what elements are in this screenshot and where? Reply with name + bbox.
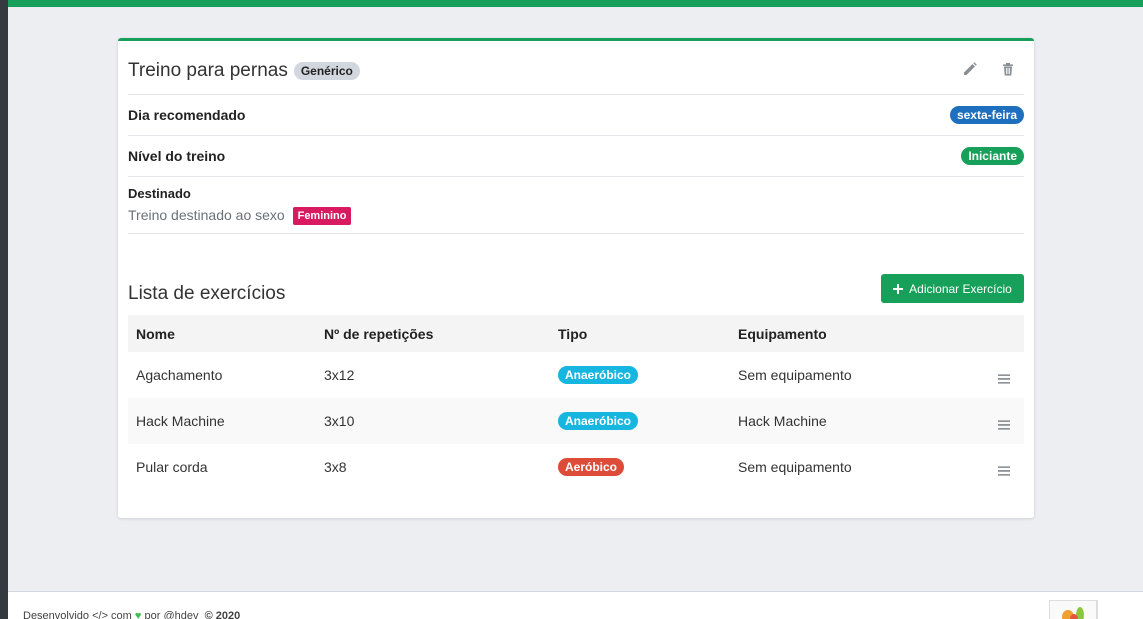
pencil-icon[interactable] [962, 61, 978, 77]
app-logo-icon [1049, 600, 1097, 619]
recommended-day-badge: sexta-feira [949, 106, 1024, 124]
plus-icon [893, 283, 904, 294]
column-header-type: Tipo [558, 325, 588, 342]
exercise-name: Agachamento [136, 367, 223, 383]
row-menu-icon[interactable] [998, 374, 1010, 384]
footer: Desenvolvido </> com ♥ por @hdev © 2020 [8, 591, 1143, 619]
footer-author: por @hdev [144, 610, 199, 619]
footer-developed: Desenvolvido </> com [23, 610, 132, 619]
row-menu-icon[interactable] [998, 466, 1010, 476]
workout-level-label: Nível do treino [128, 148, 226, 164]
exercise-type-badge: Anaeróbico [558, 366, 639, 384]
destined-block: Destinado Treino destinado ao sexo Femin… [128, 176, 1024, 234]
card-header: Treino para pernas Genérico [128, 49, 1024, 93]
table-row: Pular corda 3x8 Aeróbico Sem equipamento [128, 444, 1024, 490]
add-exercise-label: Adicionar Exercício [909, 281, 1012, 296]
destined-text: Treino destinado ao sexo [128, 207, 285, 223]
destined-label: Destinado [128, 186, 191, 201]
footer-text: Desenvolvido </> com ♥ por @hdev © 2020 [23, 610, 240, 619]
exercise-list-title: Lista de exercícios [128, 283, 286, 304]
workout-level-badge: Iniciante [961, 147, 1024, 165]
gender-badge: Feminino [292, 207, 352, 225]
exercise-equipment: Sem equipamento [738, 367, 852, 383]
table-row: Agachamento 3x12 Anaeróbico Sem equipame… [128, 352, 1024, 398]
sidebar-strip [0, 0, 8, 619]
exercise-name: Pular corda [136, 459, 208, 475]
header-tools [962, 61, 1016, 77]
column-header-name: Nome [136, 325, 175, 342]
exercise-reps: 3x10 [324, 413, 355, 429]
row-menu-icon[interactable] [998, 420, 1010, 430]
destined-text-line: Treino destinado ao sexo Feminino [128, 207, 352, 225]
add-exercise-button[interactable]: Adicionar Exercício [881, 274, 1024, 303]
recommended-day-label: Dia recomendado [128, 107, 246, 123]
exercise-equipment: Hack Machine [738, 413, 827, 429]
workout-level-row: Nível do treino Iniciante [128, 135, 1024, 176]
generic-badge: Genérico [293, 62, 360, 80]
card-title: Treino para pernas [128, 60, 288, 81]
column-header-reps: Nº de repetições [324, 325, 434, 342]
table-row: Hack Machine 3x10 Anaeróbico Hack Machin… [128, 398, 1024, 444]
exercise-type-badge: Aeróbico [558, 458, 625, 476]
workout-card: Treino para pernas Genérico Dia recomend… [118, 38, 1034, 518]
corner-chevron-icon[interactable] [1097, 600, 1143, 619]
exercise-reps: 3x12 [324, 367, 355, 383]
exercise-type-badge: Anaeróbico [558, 412, 639, 430]
trash-icon[interactable] [1000, 61, 1016, 77]
exercise-reps: 3x8 [324, 459, 347, 475]
heart-icon: ♥ [134, 610, 142, 619]
exercise-name: Hack Machine [136, 413, 225, 429]
exercise-equipment: Sem equipamento [738, 459, 852, 475]
table-header: Nome Nº de repetições Tipo Equipamento [128, 315, 1024, 352]
column-header-equipment: Equipamento [738, 325, 827, 342]
recommended-day-row: Dia recomendado sexta-feira [128, 94, 1024, 135]
top-accent-bar [0, 0, 1143, 7]
footer-copyright: © 2020 [204, 610, 241, 619]
exercise-table: Nome Nº de repetições Tipo Equipamento A… [128, 315, 1024, 490]
